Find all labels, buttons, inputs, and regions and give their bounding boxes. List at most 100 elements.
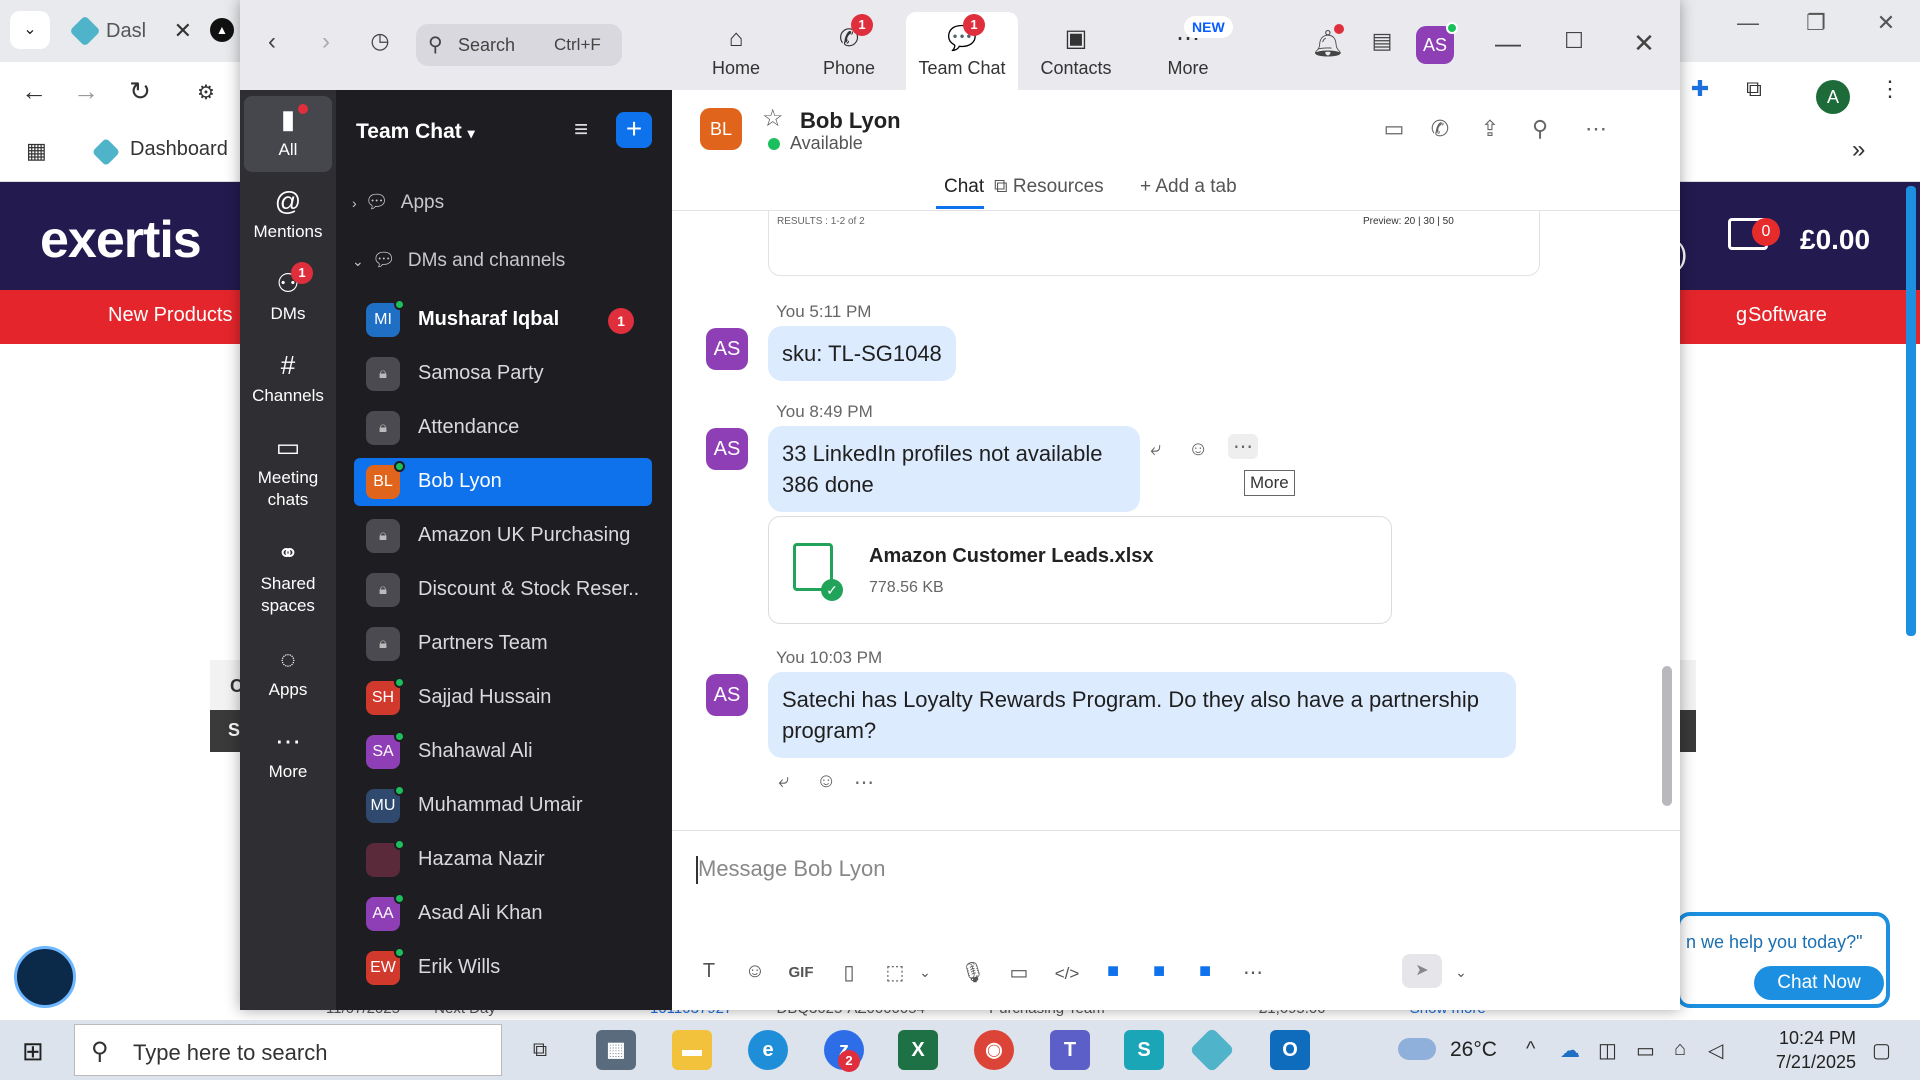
list-item[interactable]: 🔒︎ Amazon UK Purchasing [354,512,652,560]
reply-icon[interactable]: ⤶ [1150,438,1161,461]
bookmarks-overflow-icon[interactable]: » [1852,136,1865,164]
browser-menu-icon[interactable]: ⋮ [1870,76,1910,102]
section-apps[interactable]: › 💬︎ Apps [352,190,444,214]
list-item[interactable]: BL Bob Lyon [354,458,652,506]
rail-more[interactable]: ⋯ More [244,718,332,794]
add-reaction-icon[interactable]: ☺ [1188,438,1208,461]
apps-grid-icon[interactable]: ▦ [26,138,47,164]
network-icon[interactable]: ⌂ [1674,1038,1686,1061]
rail-dms[interactable]: ⚇ DMs [244,260,332,336]
message-more-icon[interactable]: ⋯ [1228,434,1258,459]
extensions-puzzle-icon[interactable]: ⧉ [1734,76,1774,102]
site-logo[interactable]: exertis [40,210,202,270]
site-chat-widget[interactable]: n we help you today?" Chat Now [1676,912,1890,1008]
site-settings-icon[interactable]: ⚙ [186,80,226,105]
notes-app-icon[interactable]: ■ [1188,960,1222,983]
browser-tab-2-favicon-icon[interactable]: ▲ [210,18,234,42]
onedrive-icon[interactable]: ☁ [1560,1038,1580,1063]
zoom-close-icon[interactable]: ✕ [1626,28,1662,59]
list-item[interactable]: 🔒︎ Samosa Party [354,350,652,398]
video-message-icon[interactable]: ▭ [1002,960,1036,985]
weather-temperature[interactable]: 26°C [1450,1038,1497,1062]
rail-channels[interactable]: # Channels [244,342,332,418]
chat-now-button[interactable]: Chat Now [1754,966,1884,1000]
microphone-icon[interactable]: 🎙︎ [956,960,990,985]
team-chat-title[interactable]: Team Chat ▾ [356,120,475,144]
message-bubble[interactable]: Satechi has Loyalty Rewards Program. Do … [768,672,1516,758]
tab-contacts[interactable]: ▣ Contacts [1020,12,1132,90]
page-scrollbar[interactable] [1906,186,1916,636]
shared-card-preview[interactable]: RESULTS : 1-2 of 2 Preview: 20 | 30 | 50 [768,210,1540,276]
sender-avatar[interactable]: AS [706,428,748,470]
volume-icon[interactable]: ◁ [1708,1038,1723,1063]
bookmark-dashboard[interactable]: Dashboard [130,138,228,161]
windows-start-icon[interactable]: ⊞ [22,1036,44,1067]
battery-icon[interactable]: ▭ [1636,1038,1655,1063]
teams-icon[interactable]: T [1050,1030,1090,1070]
docs-app-icon[interactable]: ■ [1096,960,1130,983]
sender-avatar[interactable]: AS [706,674,748,716]
list-item[interactable]: EW Erik Wills [354,944,652,992]
message-bubble[interactable]: 33 LinkedIn profiles not available 386 d… [768,426,1140,512]
file-icon[interactable]: ▯ [832,960,866,985]
list-item[interactable]: MU Muhammad Umair [354,782,652,830]
extension-icon[interactable]: ✚ [1680,76,1720,102]
taskbar-clock[interactable]: 10:24 PM 7/21/2025 [1756,1026,1856,1074]
forward-icon[interactable]: → [66,76,106,107]
calculator-icon[interactable]: ▦ [596,1030,636,1070]
screenshot-icon[interactable]: ⬚ [878,960,912,985]
zoom-minimize-icon[interactable]: — [1490,28,1526,59]
file-explorer-icon[interactable]: ▬ [672,1030,712,1070]
browser-profile-avatar[interactable]: A [1816,80,1850,114]
close-window-icon[interactable]: ✕ [1866,10,1906,36]
zoom-back-icon[interactable]: ‹ [254,28,290,56]
filter-icon[interactable]: ≡ [574,116,588,144]
list-item[interactable]: SH Sajjad Hussain [354,674,652,722]
chat-scrollbar[interactable] [1662,666,1672,806]
list-item[interactable]: Hazama Nazir [354,836,652,884]
tray-app-icon[interactable]: ◫ [1598,1038,1617,1063]
gif-icon[interactable]: GIF [784,964,818,981]
format-text-icon[interactable]: T [692,960,726,983]
list-item[interactable]: AA Asad Ali Khan [354,890,652,938]
list-item[interactable]: 🔒︎ Discount & Stock Reser... [354,566,652,614]
list-item[interactable]: 🔒︎ Partners Team [354,620,652,668]
show-hidden-icons-icon[interactable]: ^ [1526,1038,1535,1061]
tab-home[interactable]: ⌂ Home [680,12,792,90]
dashboard-app-icon[interactable] [1189,1027,1235,1073]
list-item[interactable]: 🔒︎ Attendance [354,404,652,452]
file-attachment-card[interactable]: ✓ Amazon Customer Leads.xlsx 778.56 KB [768,516,1392,624]
nav-software[interactable]: Software [1748,304,1827,327]
new-chat-button[interactable]: + [616,112,652,148]
reload-icon[interactable]: ↻ [120,76,160,107]
list-item[interactable]: MI Musharaf Iqbal 1 [354,296,652,344]
send-options-chevron-icon[interactable]: ⌄ [1444,964,1478,981]
taskbar-search-input[interactable]: ⚲ Type here to search [74,1024,502,1076]
tab-phone[interactable]: ✆ Phone [793,12,905,90]
app-s-icon[interactable]: S [1124,1030,1164,1070]
zoom-search-input[interactable]: ⚲ Search Ctrl+F [416,24,622,66]
chevron-down-icon[interactable]: ⌄ [908,964,942,981]
code-snippet-icon[interactable]: </> [1050,964,1084,984]
outlook-icon[interactable]: O [1270,1030,1310,1070]
close-tab-icon[interactable]: ✕ [174,10,192,52]
whiteboard-app-icon[interactable]: ■ [1142,960,1176,983]
rail-apps[interactable]: ◌ Apps [244,636,332,712]
calendar-icon[interactable]: ▤ [1364,28,1400,54]
excel-icon[interactable]: X [898,1030,938,1070]
rail-meeting-chats[interactable]: ▭ Meeting chats [244,424,332,524]
list-item[interactable]: SA Shahawal Ali [354,728,652,776]
rail-all[interactable]: ▮ All [244,96,332,172]
edge-browser-icon[interactable]: e [748,1030,788,1070]
chrome-icon[interactable]: ◉ [974,1030,1014,1070]
nav-fragment[interactable]: g [1736,304,1747,327]
sender-avatar[interactable]: AS [706,328,748,370]
accessibility-icon[interactable] [14,946,76,1008]
zoom-forward-icon[interactable]: › [308,28,344,56]
section-dms-channels[interactable]: ⌄ 💬︎ DMs and channels [352,248,565,272]
emoji-icon[interactable]: ☺ [738,960,772,983]
message-input[interactable]: Message Bob Lyon [698,856,886,882]
add-reaction-icon[interactable]: ☺ [816,770,836,793]
task-view-icon[interactable]: ⧉ [520,1030,560,1070]
zoom-maximize-icon[interactable]: ☐ [1556,28,1592,54]
